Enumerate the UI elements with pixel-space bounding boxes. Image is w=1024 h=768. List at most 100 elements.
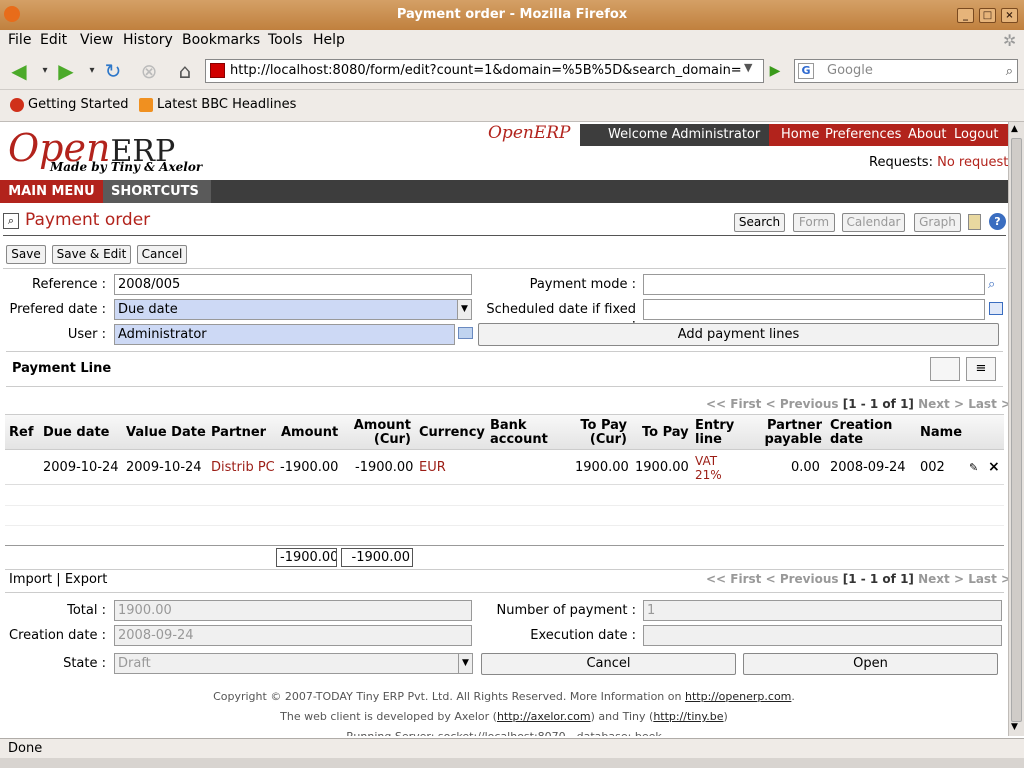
menu-history[interactable]: History	[123, 32, 173, 48]
col-bank-account[interactable]: Bank account	[490, 419, 550, 447]
reference-input[interactable]: 2008/005	[114, 274, 472, 295]
url-text: http://localhost:8080/form/edit?count=1&…	[230, 63, 742, 78]
url-input[interactable]: http://localhost:8080/form/edit?count=1&…	[205, 59, 764, 83]
web-search-input[interactable]: G Google ⌕	[794, 59, 1018, 83]
throbber-icon: ✲	[1003, 31, 1017, 50]
pager-next[interactable]: Next >	[918, 572, 964, 586]
link-about[interactable]: About	[908, 127, 946, 142]
edit-row-icon[interactable]: ✎	[969, 461, 978, 474]
bookmark-bbc[interactable]: Latest BBC Headlines	[157, 97, 296, 112]
import-link[interactable]: Import	[9, 572, 52, 587]
scroll-down-icon[interactable]: ▼	[1011, 722, 1018, 732]
col-amount[interactable]: Amount	[281, 426, 338, 440]
reload-icon[interactable]: ↻	[100, 58, 126, 84]
payment-mode-input[interactable]	[643, 274, 985, 295]
link-home[interactable]: Home	[781, 127, 819, 142]
main-menu-button[interactable]: MAIN MENU	[0, 180, 103, 203]
shortcuts-button[interactable]: SHORTCUTS	[103, 180, 211, 203]
col-name[interactable]: Name	[920, 426, 962, 440]
col-due-date[interactable]: Due date	[43, 426, 110, 440]
col-partner[interactable]: Partner	[211, 426, 266, 440]
vertical-scrollbar[interactable]: ▲ ▼	[1008, 122, 1024, 736]
delete-row-icon[interactable]: ×	[988, 459, 1000, 475]
open-order-button[interactable]: Open	[743, 653, 998, 675]
number-of-payment-input[interactable]: 1	[643, 600, 1002, 621]
home-icon[interactable]: ⌂	[172, 58, 198, 84]
minimize-button[interactable]: _	[957, 8, 974, 23]
cancel-button[interactable]: Cancel	[137, 245, 187, 264]
mode-calendar[interactable]: Calendar	[842, 213, 905, 232]
back-icon[interactable]: ◀	[6, 58, 32, 84]
link-logout[interactable]: Logout	[954, 127, 999, 142]
bookmark-getting-started[interactable]: Getting Started	[28, 97, 129, 112]
user-input[interactable]: Administrator	[114, 324, 455, 345]
menu-edit[interactable]: Edit	[40, 32, 67, 48]
forward-icon[interactable]: ▶	[53, 58, 79, 84]
cell-partner[interactable]: Distrib PC	[211, 460, 275, 475]
pager-previous[interactable]: < Previous	[766, 572, 839, 586]
menu-tools[interactable]: Tools	[268, 32, 303, 48]
close-window-button[interactable]: ×	[1001, 8, 1018, 23]
cancel-order-button[interactable]: Cancel	[481, 653, 736, 675]
search-go-icon[interactable]: ⌕	[1006, 61, 1013, 83]
col-to-pay[interactable]: To Pay	[642, 426, 689, 440]
col-amount-cur[interactable]: Amount (Cur)	[350, 419, 411, 447]
firefox-icon	[4, 6, 20, 22]
state-select[interactable]: Draft	[114, 653, 473, 674]
menu-file[interactable]: File	[8, 32, 31, 48]
stop-icon[interactable]: ⊗	[136, 58, 162, 84]
payment-mode-search-icon[interactable]: ⌕	[988, 277, 995, 292]
axelor-link[interactable]: http://axelor.com	[497, 710, 591, 723]
menu-bookmarks[interactable]: Bookmarks	[182, 32, 260, 48]
calendar-icon[interactable]	[989, 302, 1003, 315]
go-icon[interactable]: ▶	[765, 59, 785, 83]
total-input[interactable]: 1900.00	[114, 600, 472, 621]
list-view-icon[interactable]: ≡	[966, 357, 996, 381]
cell-currency[interactable]: EUR	[419, 460, 446, 475]
pager-first[interactable]: << First	[706, 397, 761, 411]
col-value-date[interactable]: Value Date	[126, 426, 206, 440]
col-to-pay-cur[interactable]: To Pay (Cur)	[572, 419, 627, 447]
cell-creation-date: 2008-09-24	[830, 460, 906, 475]
save-edit-button[interactable]: Save & Edit	[52, 245, 131, 264]
user-label: User :	[67, 327, 106, 342]
prefered-date-select[interactable]: Due date	[114, 299, 472, 320]
menu-help[interactable]: Help	[313, 32, 345, 48]
cell-entry-line[interactable]: VAT 21%	[695, 454, 735, 482]
creation-date-input[interactable]: 2008-09-24	[114, 625, 472, 646]
export-link[interactable]: Export	[65, 572, 108, 587]
col-partner-payable[interactable]: Partner payable	[758, 419, 822, 447]
menu-view[interactable]: View	[80, 32, 113, 48]
search-view-icon[interactable]: ⌕	[3, 213, 19, 229]
help-icon[interactable]: ?	[989, 213, 1006, 230]
pager-previous[interactable]: < Previous	[766, 397, 839, 411]
execution-date-input[interactable]	[643, 625, 1002, 646]
new-line-icon[interactable]	[930, 357, 960, 381]
print-icon[interactable]	[968, 214, 981, 230]
col-entry-line[interactable]: Entry line	[695, 419, 740, 447]
col-ref[interactable]: Ref	[9, 426, 33, 440]
link-preferences[interactable]: Preferences	[825, 127, 901, 142]
add-payment-lines-button[interactable]: Add payment lines	[478, 323, 999, 346]
mode-form[interactable]: Form	[793, 213, 835, 232]
mode-search[interactable]: Search	[734, 213, 785, 232]
scheduled-date-input[interactable]	[643, 299, 985, 320]
pager-next[interactable]: Next >	[918, 397, 964, 411]
save-button[interactable]: Save	[6, 245, 46, 264]
openerp-link[interactable]: http://openerp.com	[685, 690, 791, 703]
url-dropdown-icon[interactable]: ▼	[744, 61, 752, 74]
pager-first[interactable]: << First	[706, 572, 761, 586]
google-engine-icon[interactable]: G	[798, 63, 814, 79]
mode-graph[interactable]: Graph	[914, 213, 961, 232]
openerp-logo[interactable]: OpenERP Made by Tiny & Axelor	[8, 126, 202, 174]
user-open-icon[interactable]	[458, 327, 473, 339]
col-currency[interactable]: Currency	[419, 426, 485, 440]
requests-link[interactable]: No request	[937, 155, 1008, 170]
col-creation-date[interactable]: Creation date	[830, 419, 898, 447]
maximize-button[interactable]: □	[979, 8, 996, 23]
state-dropdown-icon[interactable]: ▼	[458, 654, 472, 673]
scroll-thumb[interactable]	[1011, 138, 1022, 722]
scroll-up-icon[interactable]: ▲	[1011, 124, 1018, 134]
tiny-link[interactable]: http://tiny.be	[653, 710, 723, 723]
prefered-date-dropdown-icon[interactable]: ▼	[457, 300, 471, 319]
